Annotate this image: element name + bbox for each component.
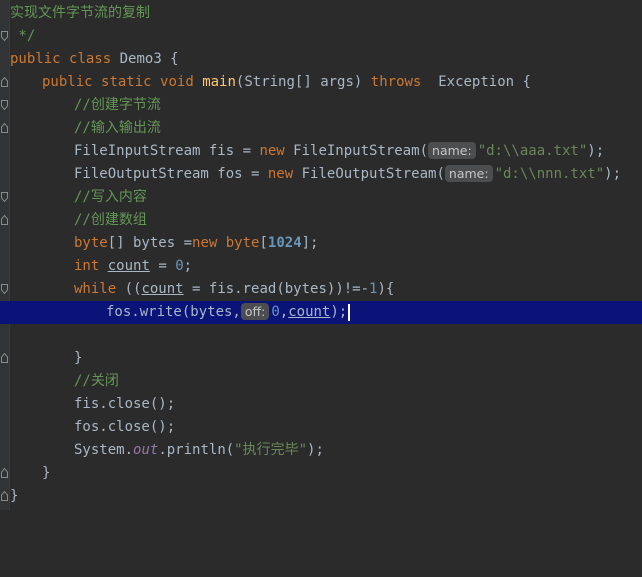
code-line[interactable]: //创建字节流 [0, 94, 642, 117]
statement: int count = 0; [74, 258, 193, 274]
fold-marker-icon[interactable] [1, 468, 8, 478]
text-caret [348, 303, 351, 321]
fold-marker-icon[interactable] [1, 100, 8, 110]
code-line[interactable]: 实现文件字节流的复制 [0, 2, 642, 25]
closing-brace: } [74, 350, 83, 366]
closing-brace: } [42, 465, 51, 481]
while-statement: while ((count = fis.read(bytes))!=-1){ [74, 281, 395, 297]
code-line[interactable]: public class Demo3 { [0, 48, 642, 71]
statement: fis.close(); [74, 396, 176, 412]
comment-text: //创建数组 [74, 212, 147, 228]
statement: FileInputStream fis = new FileInputStrea… [74, 142, 605, 159]
code-line[interactable] [0, 324, 642, 347]
class-declaration: public class Demo3 { [10, 51, 179, 67]
comment-text: //创建字节流 [74, 97, 161, 113]
code-line[interactable]: fos.close(); [0, 416, 642, 439]
code-line[interactable]: FileOutputStream fos = new FileOutputStr… [0, 163, 642, 186]
code-line[interactable]: } [0, 462, 642, 485]
code-line[interactable]: //关闭 [0, 370, 642, 393]
code-line[interactable]: fis.close(); [0, 393, 642, 416]
parameter-hint: off: [240, 303, 270, 320]
statement: System.out.println("执行完毕"); [74, 442, 324, 458]
code-line[interactable]: int count = 0; [0, 255, 642, 278]
fold-marker-icon[interactable] [1, 192, 8, 202]
fold-marker-icon[interactable] [1, 123, 8, 133]
statement: fos.close(); [74, 419, 176, 435]
code-line[interactable]: FileInputStream fis = new FileInputStrea… [0, 140, 642, 163]
parameter-hint: name: [428, 142, 476, 159]
fold-marker-icon[interactable] [1, 284, 8, 294]
code-line[interactable]: } [0, 347, 642, 370]
closing-brace: } [10, 488, 19, 504]
code-line[interactable]: } [0, 485, 642, 508]
fold-marker-icon[interactable] [1, 77, 8, 87]
current-code-line[interactable]: fos.write(bytes, off: 0,count); [0, 301, 642, 324]
statement: fos.write(bytes, off: 0,count); [106, 301, 351, 324]
fold-marker-icon[interactable] [1, 215, 8, 225]
statement: byte[] bytes =new byte[1024]; [74, 235, 319, 251]
comment-end: */ [10, 28, 36, 44]
code-line[interactable]: //创建数组 [0, 209, 642, 232]
comment-text: //输入输出流 [74, 120, 161, 136]
code-line[interactable]: while ((count = fis.read(bytes))!=-1){ [0, 278, 642, 301]
code-line[interactable]: byte[] bytes =new byte[1024]; [0, 232, 642, 255]
statement: FileOutputStream fos = new FileOutputStr… [74, 165, 621, 182]
code-line[interactable]: //写入内容 [0, 186, 642, 209]
fold-marker-icon[interactable] [1, 491, 8, 501]
comment-text: //关闭 [74, 373, 119, 389]
comment-text: //写入内容 [74, 189, 147, 205]
parameter-hint: name: [444, 165, 493, 182]
method-declaration: public static void main(String[] args) t… [42, 74, 531, 90]
code-line[interactable]: System.out.println("执行完毕"); [0, 439, 642, 462]
fold-marker-icon[interactable] [1, 353, 8, 363]
code-editor[interactable]: 实现文件字节流的复制 */ public class Demo3 { publi… [0, 0, 642, 510]
code-line[interactable]: */ [0, 25, 642, 48]
code-line[interactable]: public static void main(String[] args) t… [0, 71, 642, 94]
comment-text: 实现文件字节流的复制 [10, 5, 150, 21]
code-line[interactable]: //输入输出流 [0, 117, 642, 140]
fold-marker-icon[interactable] [1, 31, 8, 41]
